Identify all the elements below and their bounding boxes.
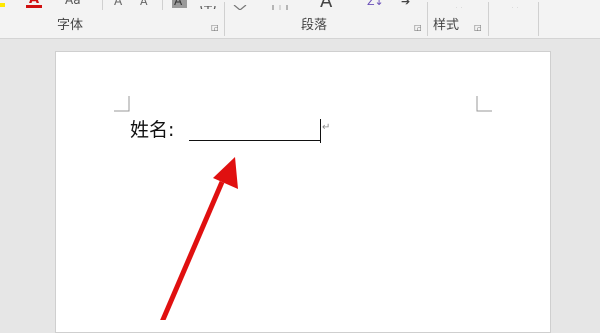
annotation-arrow-head [213,157,238,189]
annotation-arrow-shaft [160,181,225,320]
annotation-arrow [160,157,238,320]
